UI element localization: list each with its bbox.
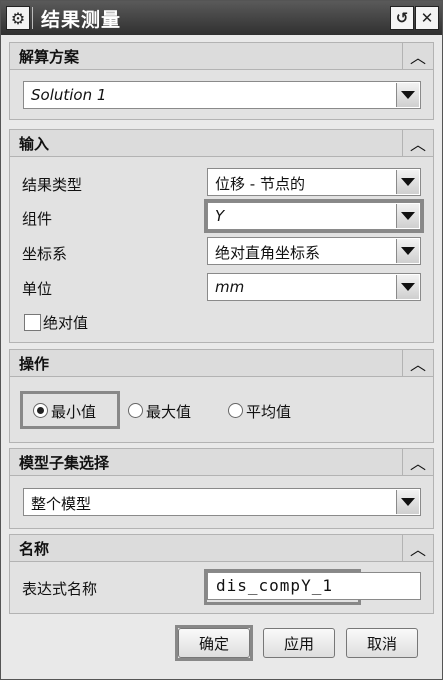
section-title: 解算方案 (19, 48, 80, 66)
max-label: 最大值 (146, 403, 192, 421)
gear-icon[interactable]: ⚙ (6, 6, 30, 30)
solution-dropdown[interactable]: Solution 1 (23, 81, 421, 109)
section-header-input[interactable]: 输入 ︿ (9, 129, 434, 157)
section-title: 操作 (19, 355, 50, 373)
reset-icon[interactable]: ↺ (390, 6, 414, 30)
expression-name-value: dis_compY_1 (216, 576, 333, 595)
result-type-dropdown[interactable]: 位移 - 节点的 (207, 168, 421, 196)
chevron-up-icon[interactable]: ︿ (402, 535, 433, 561)
section-title: 名称 (19, 540, 50, 558)
title-bar: ⚙ 结果测量 ↺ ✕ (1, 1, 442, 35)
dropdown-value: 位移 - 节点的 (215, 175, 305, 193)
section-body-solution: Solution 1 (9, 70, 434, 120)
component-dropdown[interactable]: Y (207, 202, 421, 230)
coord-system-dropdown[interactable]: 绝对直角坐标系 (207, 237, 421, 265)
section-title: 模型子集选择 (19, 454, 110, 472)
chevron-down-icon[interactable] (396, 275, 419, 299)
section-header-model-subset[interactable]: 模型子集选择 ︿ (9, 448, 434, 476)
dialog-window: ⚙ 结果测量 ↺ ✕ 解算方案 ︿ Solution 1 输入 ︿ 结果类型 位… (0, 0, 443, 680)
section-header-name[interactable]: 名称 ︿ (9, 534, 434, 562)
absolute-value-checkbox[interactable] (24, 314, 41, 331)
chevron-down-icon[interactable] (396, 83, 419, 107)
dropdown-value: 整个模型 (31, 495, 92, 513)
max-radio[interactable] (128, 403, 143, 418)
chevron-down-icon[interactable] (396, 490, 419, 514)
section-body-operation: 最小值 最大值 平均值 (9, 377, 434, 443)
result-type-label: 结果类型 (22, 176, 83, 194)
dropdown-value: mm (215, 278, 245, 296)
dropdown-value: Y (215, 207, 225, 225)
section-body-name: 表达式名称 dis_compY_1 (9, 562, 434, 614)
coord-system-label: 坐标系 (22, 245, 68, 263)
chevron-down-icon[interactable] (396, 170, 419, 194)
window-title: 结果测量 (41, 9, 122, 31)
chevron-up-icon[interactable]: ︿ (402, 449, 433, 475)
expression-name-input[interactable]: dis_compY_1 (207, 572, 421, 600)
avg-radio[interactable] (228, 403, 243, 418)
section-header-operation[interactable]: 操作 ︿ (9, 349, 434, 377)
title-separator (32, 7, 33, 29)
chevron-up-icon[interactable]: ︿ (402, 350, 433, 376)
close-icon[interactable]: ✕ (415, 6, 439, 30)
model-subset-dropdown[interactable]: 整个模型 (23, 488, 421, 516)
avg-label: 平均值 (246, 403, 292, 421)
chevron-up-icon[interactable]: ︿ (402, 130, 433, 156)
section-header-solution[interactable]: 解算方案 ︿ (9, 42, 434, 70)
section-body-model-subset: 整个模型 (9, 476, 434, 529)
unit-label: 单位 (22, 280, 53, 298)
chevron-down-icon[interactable] (396, 204, 419, 228)
expression-name-label: 表达式名称 (22, 580, 98, 598)
chevron-up-icon[interactable]: ︿ (402, 43, 433, 69)
component-label: 组件 (22, 210, 53, 228)
unit-dropdown[interactable]: mm (207, 273, 421, 301)
chevron-down-icon[interactable] (396, 239, 419, 263)
cancel-button[interactable]: 取消 (346, 628, 418, 658)
dropdown-value: Solution 1 (31, 86, 107, 104)
apply-button[interactable]: 应用 (263, 628, 335, 658)
ok-button[interactable]: 确定 (178, 628, 250, 658)
section-body-input: 结果类型 位移 - 节点的 组件 Y 坐标系 绝对直角坐标系 单位 mm 绝对值 (9, 157, 434, 343)
section-title: 输入 (19, 135, 50, 153)
min-label: 最小值 (51, 403, 97, 421)
min-radio[interactable] (33, 403, 48, 418)
dropdown-value: 绝对直角坐标系 (215, 244, 321, 262)
absolute-value-label: 绝对值 (43, 314, 89, 332)
